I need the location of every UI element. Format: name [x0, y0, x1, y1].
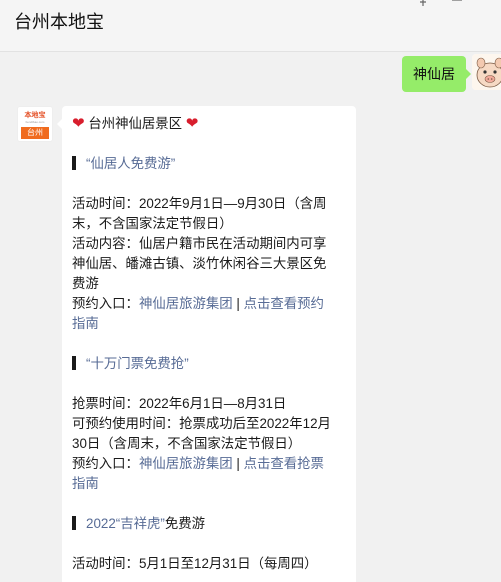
chat-header: 台州本地宝: [0, 0, 501, 52]
outgoing-message[interactable]: 神仙居: [402, 56, 471, 92]
pin-icon[interactable]: [412, 0, 434, 10]
avatar-city: 台州: [21, 127, 49, 139]
incoming-message-body: ❤ 台州神仙居景区 ❤ “仙居人免费游” 活动时间：2022年9月1日—9月30…: [72, 114, 352, 574]
activity-content-cont: 费游: [72, 276, 99, 291]
section-bar-icon: [72, 356, 76, 370]
minimize-icon[interactable]: [446, 0, 468, 10]
avatar-domain: bendibao.com: [25, 120, 45, 124]
incoming-message[interactable]: ❤ 台州神仙居景区 ❤ “仙居人免费游” 活动时间：2022年9月1日—9月30…: [62, 106, 356, 582]
booking-entry: 预约入口：神仙居旅游集团 | 点击查看抢票: [72, 456, 324, 471]
section-title: 2022“吉祥虎”免费游: [72, 514, 352, 534]
section-bar-icon: [72, 156, 76, 170]
avatar-brand: 本地宝: [24, 112, 46, 119]
outgoing-message-text: 神仙居: [413, 66, 455, 82]
section-bar-icon: [72, 516, 76, 530]
account-avatar[interactable]: 本地宝 bendibao.com 台州: [17, 106, 53, 142]
cartoon-face-icon: [472, 54, 501, 90]
usable-time-cont: 30日（含周末，不含国家法定节假日）: [72, 436, 302, 451]
activity-time: 活动时间：5月1日至12月31日（每周四）: [72, 556, 318, 571]
user-avatar[interactable]: [472, 54, 501, 90]
activity-time: 活动时间：2022年9月1日—9月30日（含周: [72, 196, 327, 211]
activity-content: 活动内容：仙居户籍市民在活动期间内可享: [72, 236, 327, 251]
message-header: 台州神仙居景区: [88, 116, 183, 131]
ticket-guide-link-cont: 指南: [72, 476, 99, 491]
booking-entry: 预约入口：神仙居旅游集团 | 点击查看预约: [72, 296, 324, 311]
booking-guide-link-cont: 指南: [72, 316, 99, 331]
shenxianju-group-link[interactable]: 神仙居旅游集团: [139, 456, 233, 471]
ticket-guide-link[interactable]: 点击查看抢票: [244, 456, 324, 471]
heart-icon: ❤: [185, 115, 199, 132]
activity-time-cont: 末，不含国家法定节假日）: [72, 216, 233, 231]
section-title: “仙居人免费游”: [72, 154, 352, 174]
heart-icon: ❤: [72, 115, 85, 132]
chat-title: 台州本地宝: [14, 12, 104, 32]
section-title: “十万门票免费抢”: [72, 354, 352, 374]
activity-content-cont: 神仙居、皤滩古镇、淡竹休闲谷三大景区免: [72, 256, 327, 271]
shenxianju-group-link[interactable]: 神仙居旅游集团: [139, 296, 233, 311]
grab-time: 抢票时间：2022年6月1日—8月31日: [72, 396, 287, 411]
message-header-line: ❤ 台州神仙居景区 ❤: [72, 114, 352, 134]
usable-time: 可预约使用时间：抢票成功后至2022年12月: [72, 416, 331, 431]
booking-guide-link[interactable]: 点击查看预约: [244, 296, 324, 311]
